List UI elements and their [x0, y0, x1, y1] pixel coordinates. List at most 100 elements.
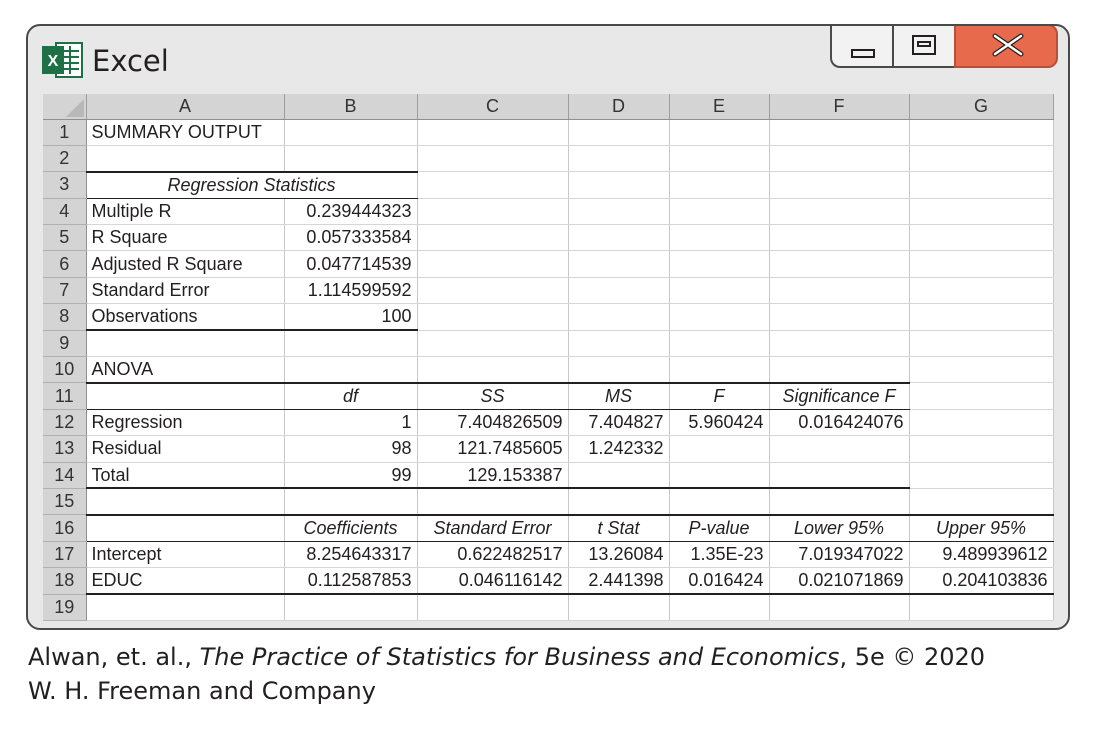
cell[interactable] [417, 145, 569, 173]
cell[interactable] [909, 277, 1054, 305]
cell[interactable]: Lower 95% [769, 514, 910, 542]
cell[interactable] [909, 409, 1054, 437]
cell[interactable] [568, 462, 670, 490]
cell[interactable]: Standard Error [417, 514, 569, 542]
cell[interactable] [568, 594, 670, 621]
row-header[interactable]: 13 [43, 435, 87, 463]
cell[interactable]: 2.441398 [568, 567, 670, 596]
cell[interactable]: Observations [86, 303, 285, 332]
cell[interactable] [284, 356, 418, 384]
cell[interactable]: 0.016424076 [769, 409, 910, 437]
cell[interactable]: 0.204103836 [909, 567, 1054, 596]
row-header[interactable]: 14 [43, 462, 87, 489]
cell[interactable]: 98 [284, 435, 418, 463]
row-header[interactable]: 19 [43, 594, 87, 621]
cell[interactable] [769, 119, 910, 146]
row-header[interactable]: 10 [43, 356, 87, 384]
cell[interactable] [909, 356, 1054, 384]
cell[interactable] [417, 594, 569, 621]
cell[interactable]: 7.404826509 [417, 409, 569, 437]
cell[interactable]: Total [86, 462, 285, 490]
cell[interactable] [417, 119, 569, 146]
cell[interactable] [417, 198, 569, 226]
cell[interactable]: Adjusted R Square [86, 250, 285, 278]
cell[interactable] [417, 488, 569, 516]
cell[interactable]: 121.7485605 [417, 435, 569, 463]
row-header[interactable]: 7 [43, 277, 87, 305]
cell[interactable] [909, 488, 1054, 516]
cell[interactable]: 1.242332 [568, 435, 670, 463]
cell[interactable]: 99 [284, 462, 418, 490]
row-header[interactable]: 15 [43, 488, 87, 516]
cell[interactable] [769, 435, 910, 463]
cell[interactable] [568, 119, 670, 146]
row-header[interactable]: 6 [43, 250, 87, 278]
cell[interactable]: ANOVA [86, 356, 285, 384]
cell[interactable]: df [284, 382, 418, 410]
cell[interactable]: Residual [86, 435, 285, 463]
row-header[interactable]: 17 [43, 541, 87, 569]
select-all-corner[interactable] [43, 94, 87, 120]
cell[interactable] [769, 488, 910, 516]
cell[interactable] [669, 171, 770, 199]
cell[interactable] [669, 303, 770, 331]
cell[interactable] [86, 145, 285, 173]
cell[interactable] [769, 145, 910, 173]
cell[interactable] [669, 330, 770, 358]
column-header-c[interactable]: C [417, 94, 569, 120]
column-header-a[interactable]: A [86, 94, 285, 120]
cell[interactable] [669, 250, 770, 278]
cell[interactable] [669, 224, 770, 252]
cell[interactable]: 5.960424 [669, 409, 770, 437]
cell[interactable] [909, 435, 1054, 463]
cell[interactable] [284, 145, 418, 173]
cell[interactable]: Standard Error [86, 277, 285, 305]
cell[interactable] [909, 303, 1054, 331]
cell[interactable] [669, 488, 770, 516]
cell[interactable]: Multiple R [86, 198, 285, 226]
cell[interactable] [669, 119, 770, 146]
cell[interactable] [284, 488, 418, 516]
cell[interactable] [909, 171, 1054, 199]
cell[interactable] [909, 224, 1054, 252]
cell[interactable] [568, 356, 670, 384]
cell[interactable] [86, 382, 285, 410]
cell[interactable] [769, 303, 910, 331]
cell[interactable]: 0.112587853 [284, 567, 418, 596]
cell[interactable] [909, 250, 1054, 278]
cell[interactable] [86, 488, 285, 516]
cell[interactable] [669, 145, 770, 173]
cell[interactable]: Intercept [86, 541, 285, 569]
cell[interactable]: 0.046116142 [417, 567, 569, 596]
cell[interactable]: 13.26084 [568, 541, 670, 569]
close-button[interactable] [954, 26, 1058, 68]
cell[interactable] [568, 277, 670, 305]
cell[interactable] [909, 198, 1054, 226]
cell[interactable] [669, 462, 770, 490]
row-header[interactable]: 16 [43, 514, 87, 542]
cell[interactable] [284, 330, 418, 358]
cell[interactable]: 0.622482517 [417, 541, 569, 569]
cell[interactable]: 0.047714539 [284, 250, 418, 278]
cell[interactable]: 100 [284, 303, 418, 332]
row-header[interactable]: 2 [43, 145, 87, 173]
column-header-f[interactable]: F [769, 94, 910, 120]
cell[interactable]: 0.021071869 [769, 567, 910, 596]
row-header[interactable]: 18 [43, 567, 87, 595]
row-header[interactable]: 5 [43, 224, 87, 252]
cell[interactable] [417, 277, 569, 305]
row-header[interactable]: 12 [43, 409, 87, 437]
row-header[interactable]: 4 [43, 198, 87, 226]
cell[interactable] [568, 224, 670, 252]
cell[interactable] [417, 303, 569, 331]
cell[interactable] [417, 356, 569, 384]
cell[interactable] [669, 435, 770, 463]
cell[interactable] [284, 594, 418, 621]
cell[interactable] [769, 224, 910, 252]
cell[interactable]: Significance F [769, 382, 910, 410]
cell[interactable] [769, 462, 910, 490]
cell[interactable] [417, 330, 569, 358]
cell[interactable] [909, 119, 1054, 146]
cell[interactable] [669, 198, 770, 226]
cell[interactable] [769, 330, 910, 358]
